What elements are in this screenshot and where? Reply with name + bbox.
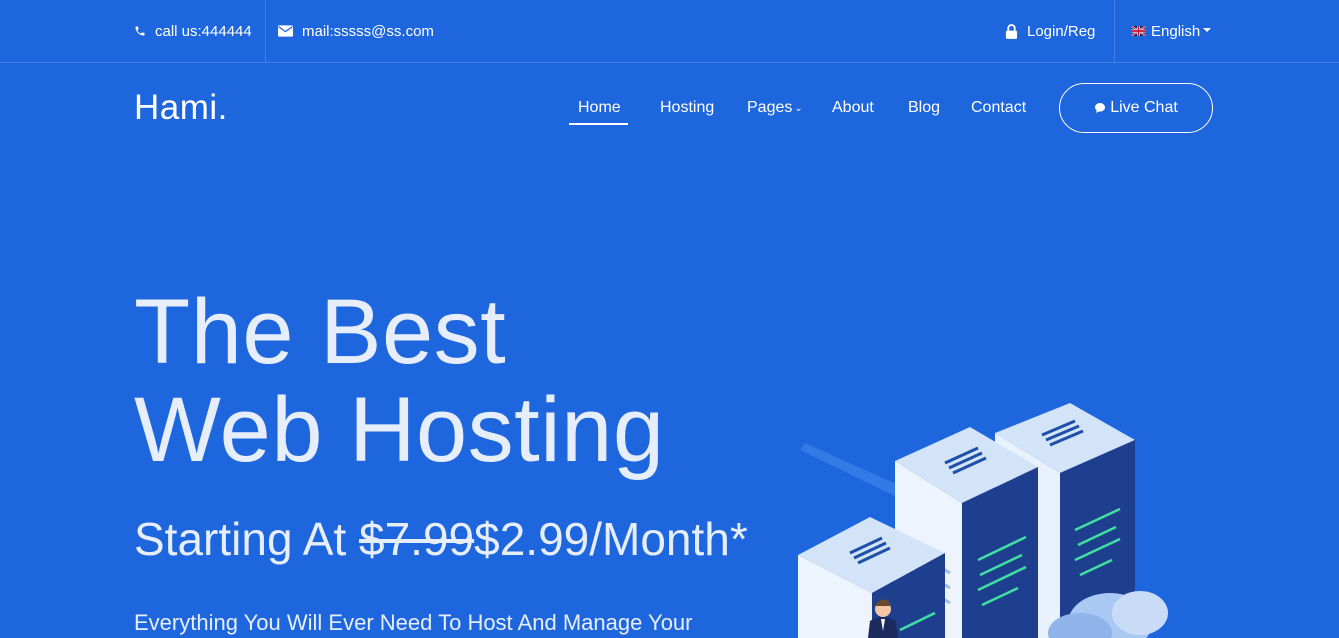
site-logo[interactable]: Hami. — [134, 88, 228, 128]
hero-price: Starting At $7.99$2.99/Month* — [134, 512, 748, 566]
language-label: English — [1151, 22, 1201, 40]
chat-bubble-icon — [1095, 103, 1106, 113]
active-nav-underline — [569, 123, 628, 125]
phone-text: call us:444444 — [155, 22, 252, 40]
chevron-down-icon: ⌄ — [794, 103, 803, 114]
mail-icon — [278, 25, 293, 37]
phone-contact[interactable]: call us:444444 — [134, 0, 252, 62]
email-contact[interactable]: mail:sssss@ss.com — [278, 0, 434, 62]
divider — [265, 0, 266, 62]
nav-item-hosting[interactable]: Hosting — [660, 99, 714, 117]
login-register-link[interactable]: Login/Reg — [1005, 0, 1095, 62]
nav-item-pages-label: Pages — [747, 99, 793, 116]
language-selector[interactable]: English — [1131, 0, 1212, 62]
price-prefix: Starting At — [134, 513, 360, 565]
uk-flag-icon — [1131, 26, 1146, 36]
new-price: $2.99/Month* — [474, 513, 748, 565]
caret-down-icon — [1203, 28, 1212, 32]
hero-title-line-1: The Best — [134, 281, 507, 383]
nav-item-home[interactable]: Home — [578, 99, 621, 117]
hero-title-line-2: Web Hosting — [134, 379, 665, 481]
nav-item-about[interactable]: About — [832, 99, 874, 117]
email-text: mail:sssss@ss.com — [302, 22, 434, 40]
nav-item-contact[interactable]: Contact — [971, 99, 1026, 117]
hero-title: The Best Web Hosting — [134, 283, 665, 479]
old-price: $7.99 — [359, 513, 475, 565]
phone-icon — [135, 26, 145, 36]
nav-item-blog[interactable]: Blog — [908, 99, 940, 117]
login-text: Login/Reg — [1027, 22, 1096, 40]
server-illustration — [798, 403, 1168, 638]
top-bar: call us:444444 mail:sssss@ss.com Login/R… — [0, 0, 1339, 63]
lock-icon — [1005, 23, 1018, 39]
divider — [1114, 0, 1115, 62]
hero-description: Everything You Will Ever Need To Host An… — [134, 610, 693, 635]
live-chat-label: Live Chat — [1110, 99, 1178, 116]
nav-item-pages[interactable]: Pages ⌄ — [747, 99, 803, 117]
live-chat-button[interactable]: Live Chat — [1059, 83, 1213, 133]
